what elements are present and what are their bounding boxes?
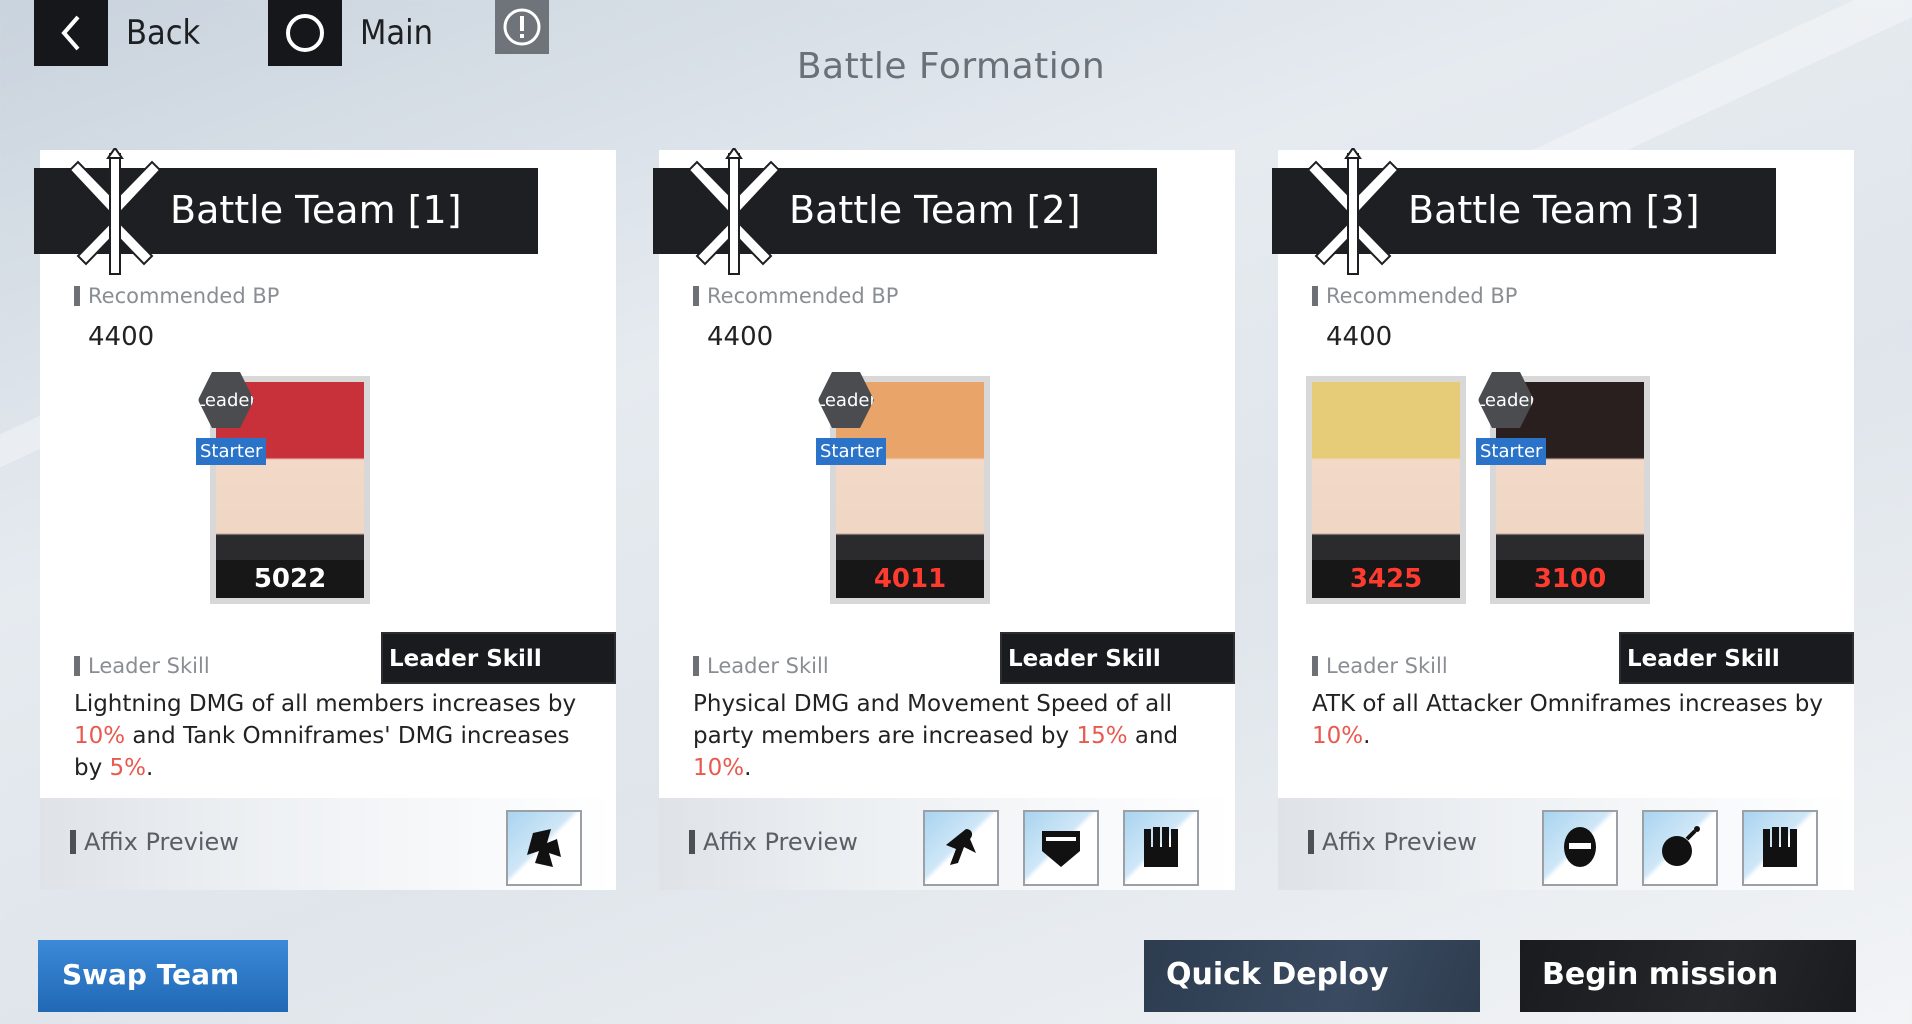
skill-text: . [1363,723,1371,749]
team-emblem-icon [687,146,781,275]
recommended-bp-label: Recommended BP [1312,284,1517,308]
recommended-bp-value: 4400 [1326,322,1393,352]
leader-skill-settings-button[interactable]: Leader Skill Settings [1000,632,1235,722]
skill-text: and [1127,723,1179,749]
team-name: Battle Team [1] [170,188,462,232]
begin-mission-button[interactable]: Begin mission [1520,940,1856,1012]
affix-slot[interactable] [506,810,582,886]
skill-text: Lightning DMG of all members increases b… [74,691,577,717]
affix-preview-label: Affix Preview [70,828,239,856]
team-name: Battle Team [2] [789,188,1081,232]
team-name: Battle Team [3] [1408,188,1700,232]
fist-icon [1144,827,1178,867]
skill-text: . [744,755,752,781]
affix-slot[interactable] [1123,810,1199,886]
leader-skill-description: ATK of all Attacker Omniframes increases… [1312,688,1832,752]
skill-value: 10% [74,723,126,749]
member-bp: 3100 [1496,560,1644,598]
quick-deploy-button[interactable]: Quick Deploy [1144,940,1480,1012]
recommended-bp-label: Recommended BP [693,284,898,308]
exclamation-icon [503,8,541,46]
member-portrait[interactable]: 3425 [1306,376,1466,604]
affix-slot[interactable] [923,810,999,886]
leader-skill-label: Leader Skill [74,654,210,678]
leader-skill-settings-button[interactable]: Leader Skill Settings [381,632,616,722]
dash-figure-icon [946,829,976,865]
page-title: Battle Formation [796,46,1106,87]
leader-skill-description: Physical DMG and Movement Speed of all p… [693,688,1213,784]
recommended-bp-value: 4400 [707,322,774,352]
skill-value: 15% [1076,723,1128,749]
mask-icon [1564,827,1596,867]
battle-team-card[interactable]: Battle Team [1] Recommended BP 4400 5022… [34,146,616,890]
starter-badge: Starter [196,438,267,465]
affix-slot[interactable] [1642,810,1718,886]
starter-badge: Starter [1476,438,1547,465]
team-emblem-icon [1306,146,1400,275]
affix-preview-label: Affix Preview [689,828,858,856]
affix-preview-row: Affix Preview [1278,798,1854,890]
leader-skill-label: Leader Skill [1312,654,1448,678]
skill-value: 10% [1312,723,1364,749]
bomb-icon [1662,826,1700,866]
member-bp: 5022 [216,560,364,598]
skill-text: . [146,755,154,781]
swap-team-button[interactable]: Swap Team [38,940,288,1012]
shatter-icon [527,829,561,867]
affix-preview-row: Affix Preview [40,798,616,890]
character-art: 3425 [1312,382,1460,598]
affix-preview-row: Affix Preview [659,798,1235,890]
leader-skill-description: Lightning DMG of all members increases b… [74,688,594,784]
affix-slot[interactable] [1542,810,1618,886]
skill-value: 5% [109,755,147,781]
member-bp: 3425 [1312,560,1460,598]
skill-value: 10% [693,755,745,781]
recommended-bp-value: 4400 [88,322,155,352]
member-bp: 4011 [836,560,984,598]
affix-slot[interactable] [1023,810,1099,886]
battle-team-card[interactable]: Battle Team [3] Recommended BP 4400 3425… [1272,146,1854,890]
starter-badge: Starter [816,438,887,465]
affix-preview-label: Affix Preview [1308,828,1477,856]
skill-text: ATK of all Attacker Omniframes increases… [1312,691,1823,717]
battle-team-card[interactable]: Battle Team [2] Recommended BP 4400 4011… [653,146,1235,890]
affix-slot[interactable] [1742,810,1818,886]
fist-icon [1763,827,1797,867]
recommended-bp-label: Recommended BP [74,284,279,308]
leader-skill-label: Leader Skill [693,654,829,678]
leader-skill-settings-button[interactable]: Leader Skill Settings [1619,632,1854,722]
team-emblem-icon [68,146,162,275]
shield-icon [1042,831,1080,867]
